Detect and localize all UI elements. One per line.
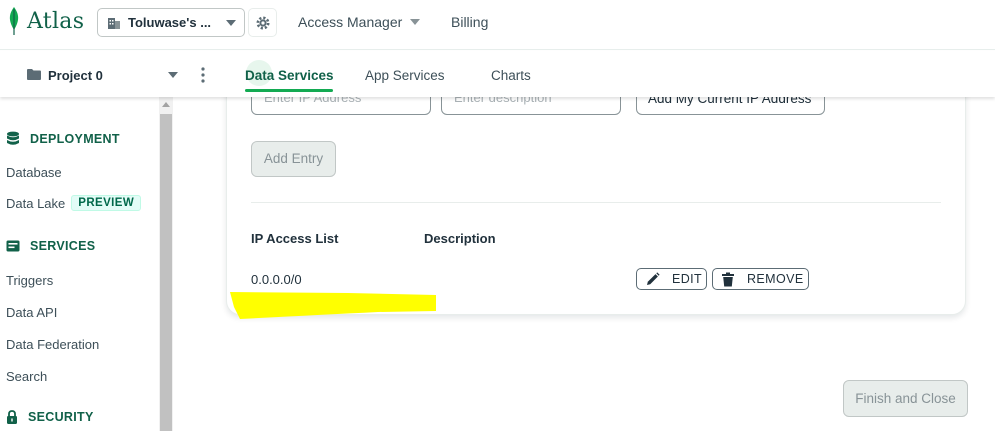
sidebar-item-label: Data API bbox=[6, 305, 58, 320]
sidebar-item-data-api[interactable]: Data API bbox=[6, 305, 57, 320]
sidebar-item-label: Data Federation bbox=[6, 337, 100, 352]
deployment-icon bbox=[7, 131, 19, 145]
active-tab-indicator bbox=[245, 89, 333, 92]
yellow-highlight-mark bbox=[230, 292, 436, 319]
organization-settings-button[interactable] bbox=[248, 8, 277, 37]
folder-icon bbox=[27, 69, 41, 80]
sidebar-item-label: Database bbox=[6, 165, 62, 180]
column-header-description: Description bbox=[424, 231, 496, 246]
scroll-up-arrow-icon[interactable] bbox=[162, 102, 170, 107]
access-manager-menu[interactable]: Access Manager bbox=[298, 14, 421, 30]
remove-button[interactable]: REMOVE bbox=[712, 268, 809, 290]
tab-charts[interactable]: Charts bbox=[491, 68, 531, 83]
sidebar-section-security: SECURITY bbox=[6, 410, 94, 424]
finish-and-close-label: Finish and Close bbox=[855, 391, 956, 406]
chevron-down-icon bbox=[226, 20, 236, 26]
sidebar-item-database[interactable]: Database bbox=[6, 165, 62, 180]
more-options-icon[interactable] bbox=[201, 67, 205, 83]
sidebar: DEPLOYMENT Database Data Lake PREVIEW SE… bbox=[0, 97, 173, 431]
sidebar-item-data-lake[interactable]: Data Lake PREVIEW bbox=[6, 195, 142, 211]
gear-icon bbox=[256, 16, 269, 29]
chevron-down-icon bbox=[410, 19, 421, 25]
preview-badge: PREVIEW bbox=[71, 195, 142, 211]
sidebar-item-label: Data Lake bbox=[6, 195, 66, 211]
top-navigation-bar: Atlas Toluwase's ... Access Manager Bill… bbox=[0, 0, 995, 50]
sidebar-section-title: SERVICES bbox=[30, 239, 96, 253]
sidebar-item-triggers[interactable]: Triggers bbox=[6, 273, 53, 288]
project-navigation-bar: Project 0 Data Services App Services Cha… bbox=[0, 51, 995, 97]
add-entry-label: Add Entry bbox=[263, 151, 324, 166]
sidebar-item-data-federation[interactable]: Data Federation bbox=[6, 337, 99, 352]
building-icon bbox=[108, 17, 120, 29]
project-selector[interactable]: Project 0 bbox=[48, 68, 103, 83]
edit-button[interactable]: EDIT bbox=[636, 268, 707, 290]
organization-selector[interactable]: Toluwase's ... bbox=[97, 8, 245, 37]
sidebar-section-deployment: DEPLOYMENT bbox=[6, 131, 120, 146]
sidebar-item-label: Triggers bbox=[6, 273, 54, 288]
access-manager-label: Access Manager bbox=[298, 14, 403, 30]
billing-link[interactable]: Billing bbox=[451, 14, 488, 30]
pencil-icon bbox=[647, 271, 660, 285]
logo-text: Atlas bbox=[27, 8, 85, 34]
tab-data-services[interactable]: Data Services bbox=[245, 68, 334, 83]
sidebar-section-services: SERVICES bbox=[6, 239, 95, 253]
tab-app-services[interactable]: App Services bbox=[365, 68, 445, 83]
sidebar-section-title: SECURITY bbox=[28, 410, 94, 424]
sidebar-scrollbar-thumb[interactable] bbox=[160, 114, 172, 431]
trash-icon bbox=[722, 272, 734, 286]
leaf-logo-icon bbox=[9, 7, 19, 35]
sidebar-item-search[interactable]: Search bbox=[6, 369, 47, 384]
sidebar-item-label: Search bbox=[6, 369, 48, 384]
organization-name: Toluwase's ... bbox=[128, 15, 212, 30]
add-entry-button[interactable]: Add Entry bbox=[251, 141, 336, 177]
atlas-logo[interactable]: Atlas bbox=[6, 6, 84, 36]
column-header-ip: IP Access List bbox=[251, 231, 339, 246]
section-divider bbox=[251, 202, 941, 203]
services-icon bbox=[6, 240, 20, 252]
finish-and-close-button[interactable]: Finish and Close bbox=[843, 380, 968, 417]
chevron-down-icon[interactable] bbox=[168, 72, 178, 78]
edit-label: EDIT bbox=[672, 272, 703, 286]
sidebar-section-title: DEPLOYMENT bbox=[30, 131, 120, 146]
billing-label: Billing bbox=[451, 14, 489, 30]
remove-label: REMOVE bbox=[747, 272, 804, 286]
lock-icon bbox=[7, 410, 17, 424]
